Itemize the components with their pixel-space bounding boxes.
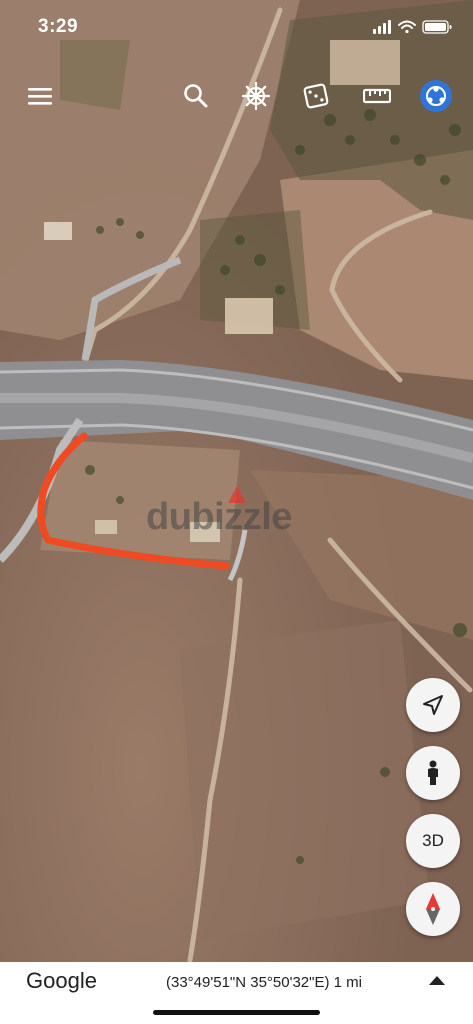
google-logo: Google: [26, 968, 97, 993]
view-3d-button[interactable]: 3D: [406, 814, 460, 868]
street-view-button[interactable]: [406, 746, 460, 800]
status-icons: [373, 20, 452, 34]
status-time: 3:29: [38, 16, 79, 37]
steering-wheel-icon: [242, 82, 270, 110]
home-indicator: [153, 1010, 320, 1015]
ruler-icon: [363, 88, 391, 104]
navigation-arrow-icon: [423, 695, 443, 715]
dubizzle-watermark: dubizzle: [146, 486, 336, 546]
search-icon: [184, 84, 208, 108]
measure-button[interactable]: [357, 74, 397, 118]
battery-icon: [422, 20, 452, 34]
map-style-button[interactable]: [416, 74, 456, 118]
bottom-bar: Google (33°49'51"N 35°50'32"E) 1 mi: [0, 962, 473, 1024]
signal-icon: [373, 20, 391, 34]
voyager-button[interactable]: [236, 74, 276, 118]
compass-icon: [426, 893, 440, 925]
map-toolbar: [0, 74, 473, 118]
compass-button[interactable]: [406, 882, 460, 936]
wifi-icon: [398, 20, 416, 34]
dice-icon: [303, 83, 329, 109]
menu-icon: [28, 88, 52, 105]
menu-button[interactable]: [20, 74, 60, 118]
pegman-icon: [428, 760, 438, 785]
watermark-logo-icon: [228, 486, 246, 503]
status-bar: 3:29: [0, 0, 473, 56]
view-3d-label: 3D: [422, 831, 444, 850]
globe-icon: [420, 80, 452, 112]
watermark-text: dubizzle: [146, 496, 292, 538]
search-button[interactable]: [176, 74, 216, 118]
chevron-up-icon[interactable]: [428, 974, 446, 986]
feeling-lucky-button[interactable]: [296, 74, 336, 118]
coordinates-readout[interactable]: (33°49'51"N 35°50'32"E) 1 mi: [166, 974, 362, 991]
my-location-button[interactable]: [406, 678, 460, 732]
